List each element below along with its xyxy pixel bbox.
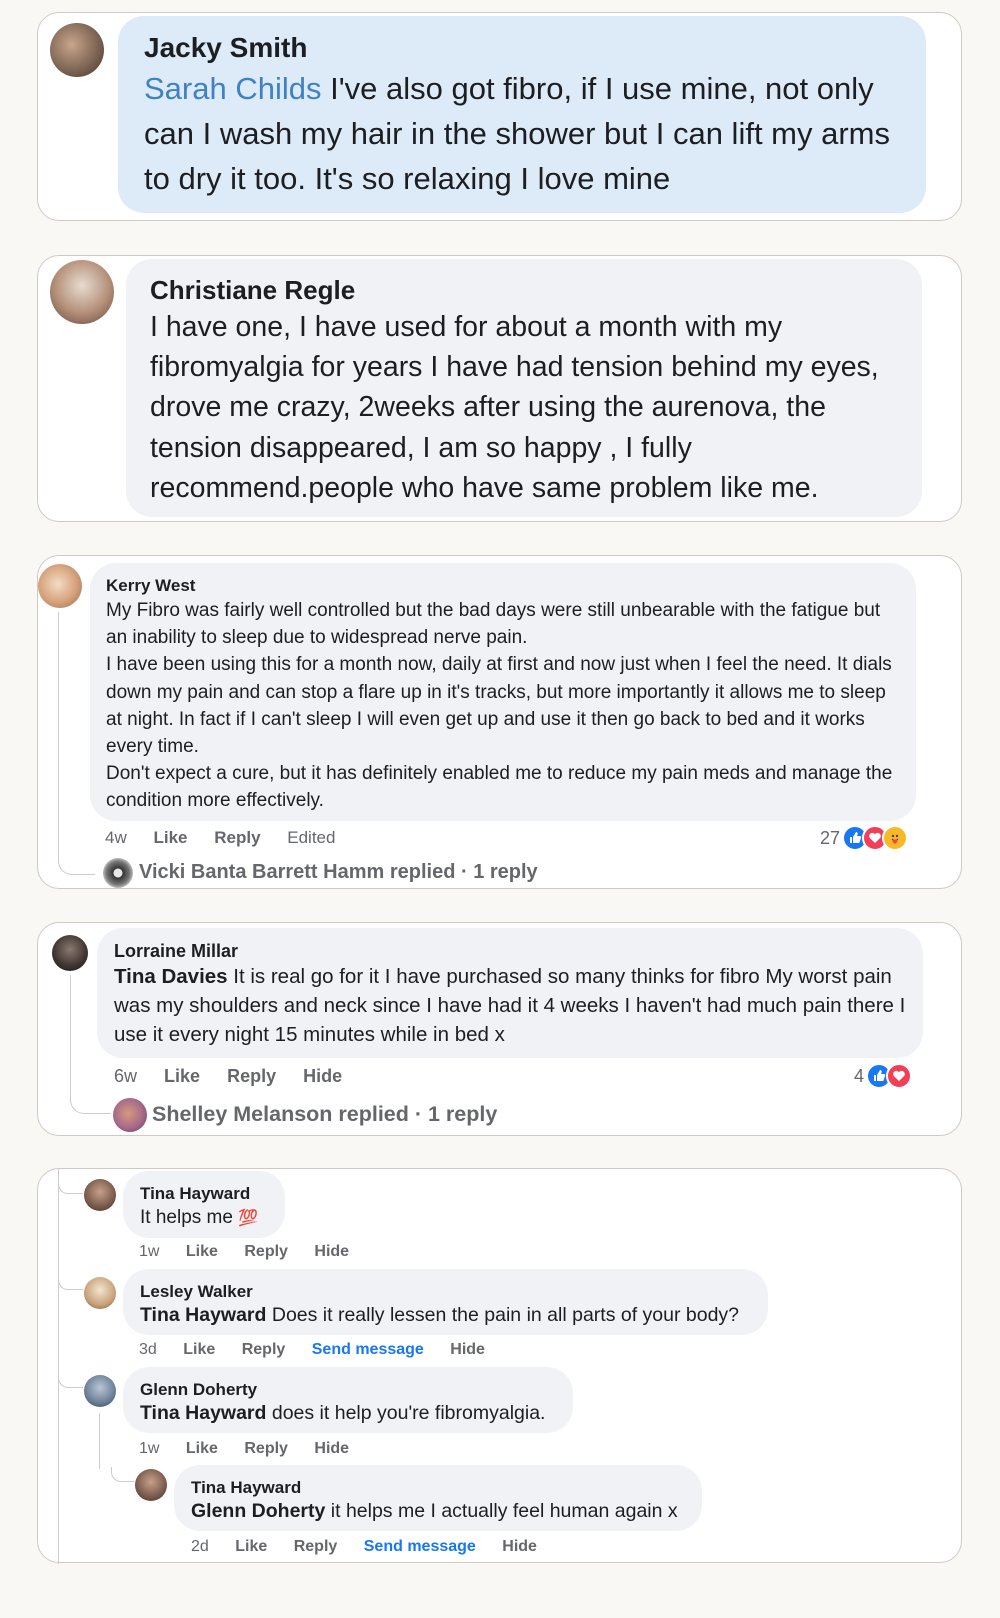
comment-text: does it help you're fibromyalgia. [266,1402,546,1424]
reaction-count: 27 [820,827,841,848]
like-button[interactable]: Like [186,1440,218,1457]
comment-card-jacky: Jacky Smith Sarah Childs I've also got f… [37,12,962,221]
reply-button[interactable]: Reply [227,1066,276,1086]
like-button[interactable]: Like [186,1243,218,1260]
thread-branch [58,1275,83,1290]
thread-connector [58,1169,59,1564]
timestamp[interactable]: 1w [139,1243,159,1260]
reaction-count: 4 [854,1065,865,1086]
timestamp[interactable]: 6w [114,1066,137,1086]
reply-button[interactable]: Reply [244,1243,288,1260]
comment-paragraph: My Fibro was fairly well controlled but … [106,600,881,649]
like-button[interactable]: Like [164,1066,200,1086]
comment-text: Does it really lessen the pain in all pa… [266,1304,740,1326]
replies-link[interactable]: Shelley Melanson replied · 1 reply [152,1102,497,1127]
reply-button[interactable]: Reply [214,828,260,847]
replies-link[interactable]: Vicki Banta Barrett Hamm replied · 1 rep… [139,861,538,884]
mention-link[interactable]: Tina Hayward [140,1304,266,1326]
reaction-summary[interactable]: 4 [854,1063,913,1089]
like-button[interactable]: Like [235,1538,267,1555]
comment-bubble: Tina Hayward Glenn Doherty it helps me I… [174,1465,702,1531]
thread-branch [58,1373,83,1388]
comment-actions: 2d Like Reply Send message Hide [191,1538,559,1556]
avatar[interactable] [113,1098,147,1132]
timestamp[interactable]: 3d [139,1341,157,1358]
avatar[interactable] [84,1179,116,1211]
avatar[interactable] [52,935,88,971]
like-button[interactable]: Like [153,828,187,847]
comment-author[interactable]: Tina Hayward [191,1477,687,1499]
reply-thread-card: Tina Hayward It helps me 💯 1w Like Reply… [37,1168,962,1564]
comment-actions: 4w Like Reply Edited [105,828,357,848]
hide-button[interactable]: Hide [502,1538,537,1555]
reaction-summary[interactable]: 27 [820,825,909,851]
comment-bubble: Lesley Walker Tina Hayward Does it reall… [123,1269,768,1335]
comment-actions: 1w Like Reply Hide [139,1243,371,1261]
mention-link[interactable]: Tina Hayward [140,1402,266,1424]
mention-link[interactable]: Sarah Childs [144,71,321,106]
comment-bubble: Kerry West My Fibro was fairly well cont… [90,563,916,821]
send-message-button[interactable]: Send message [312,1341,424,1358]
comment-author[interactable]: Tina Hayward [140,1183,270,1205]
comment-author[interactable]: Kerry West [106,575,900,597]
hide-button[interactable]: Hide [303,1066,342,1086]
comment-card-lorraine: Lorraine Millar Tina Davies It is real g… [37,922,962,1136]
comment-actions: 3d Like Reply Send message Hide [139,1341,507,1359]
comment-bubble: Christiane Regle I have one, I have used… [126,259,922,517]
comment-author[interactable]: Glenn Doherty [140,1379,558,1401]
comment-text: I have one, I have used for about a mont… [150,311,879,504]
timestamp[interactable]: 1w [139,1440,159,1457]
comment-bubble: Jacky Smith Sarah Childs I've also got f… [118,16,926,213]
comment-author[interactable]: Lesley Walker [140,1281,753,1303]
reply-button[interactable]: Reply [242,1341,286,1358]
thread-branch [111,1467,134,1482]
avatar[interactable] [50,23,104,77]
comment-text: It helps me [140,1207,233,1228]
comment-author[interactable]: Jacky Smith [144,30,900,66]
mention-link[interactable]: Glenn Doherty [191,1500,325,1522]
hide-button[interactable]: Hide [450,1341,485,1358]
comment-author[interactable]: Christiane Regle [150,273,898,307]
comment-actions: 1w Like Reply Hide [139,1440,371,1458]
thread-branch [58,1179,83,1194]
avatar[interactable] [84,1277,116,1309]
mention-link[interactable]: Tina Davies [114,965,228,988]
comment-bubble: Lorraine Millar Tina Davies It is real g… [97,928,923,1058]
comment-author[interactable]: Lorraine Millar [114,940,907,962]
timestamp[interactable]: 2d [191,1538,209,1555]
reply-button[interactable]: Reply [244,1440,288,1457]
comment-bubble: Tina Hayward It helps me 💯 [123,1171,285,1238]
care-icon [882,825,909,851]
comment-actions: 6w Like Reply Hide [114,1066,364,1087]
edited-label: Edited [287,828,336,847]
avatar[interactable] [135,1469,167,1501]
reply-button[interactable]: Reply [294,1538,338,1555]
avatar[interactable] [50,260,114,324]
comment-paragraph: Don't expect a cure, but it has definite… [106,763,893,812]
comment-text: It is real go for it I have purchased so… [114,965,906,1046]
hundred-points-emoji: 💯 [238,1210,259,1227]
comment-card-christiane: Christiane Regle I have one, I have used… [37,255,962,522]
hide-button[interactable]: Hide [314,1243,349,1260]
comment-text: it helps me I actually feel human again … [325,1500,678,1522]
love-icon [886,1063,913,1089]
send-message-button[interactable]: Send message [364,1538,476,1555]
avatar[interactable] [84,1375,116,1407]
like-button[interactable]: Like [183,1341,215,1358]
comment-bubble: Glenn Doherty Tina Hayward does it help … [123,1367,573,1433]
thread-connector [99,1413,100,1469]
avatar[interactable] [38,564,82,608]
comment-paragraph: I have been using this for a month now, … [106,654,892,758]
hide-button[interactable]: Hide [314,1440,349,1457]
timestamp[interactable]: 4w [105,828,127,847]
comment-card-kerry: Kerry West My Fibro was fairly well cont… [37,555,962,889]
avatar[interactable] [103,858,133,888]
